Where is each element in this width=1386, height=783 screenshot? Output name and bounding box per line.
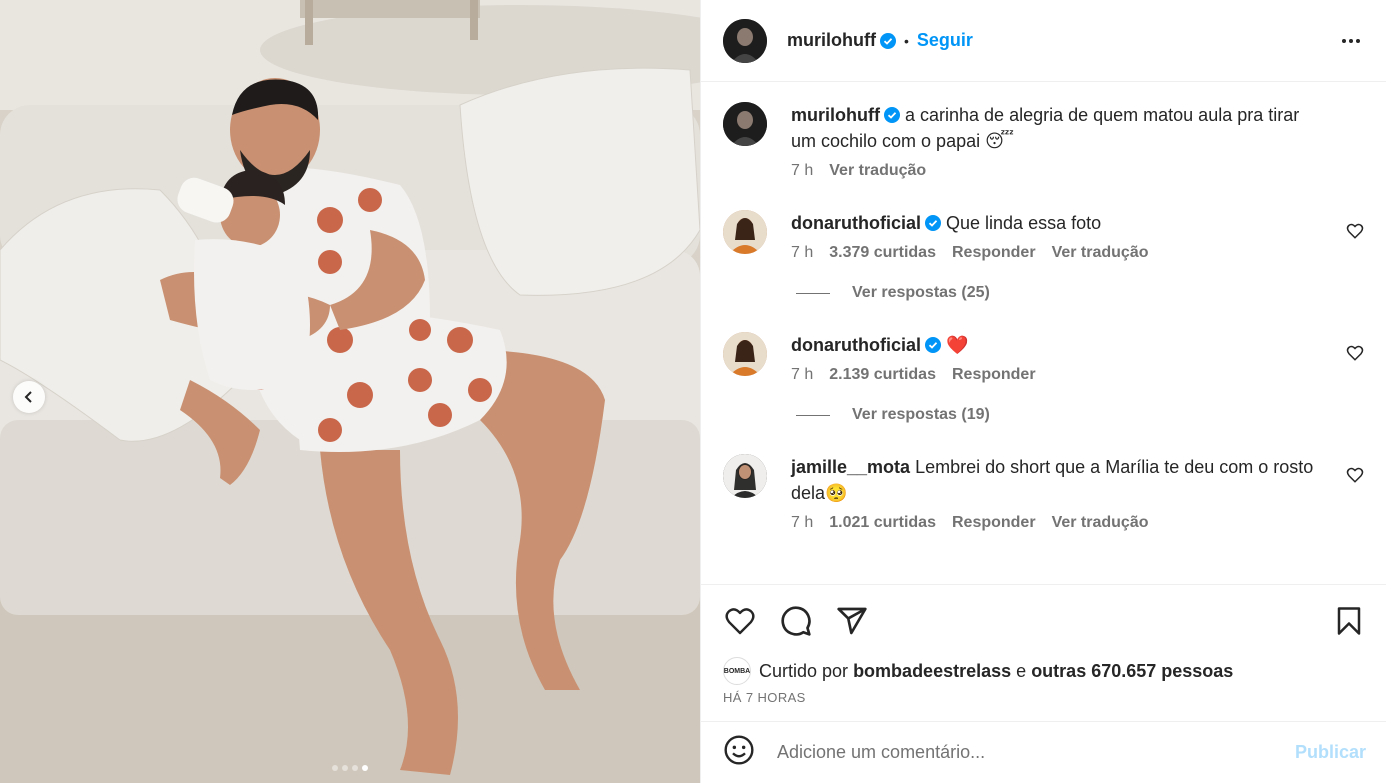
avatar-image — [723, 332, 767, 376]
comment-button[interactable] — [779, 604, 813, 638]
carousel-dot — [332, 765, 338, 771]
comment-time[interactable]: 7 h — [791, 514, 813, 532]
reply-button[interactable]: Responder — [952, 366, 1036, 384]
emoji-icon — [724, 735, 754, 765]
replies-divider — [796, 292, 830, 294]
separator: • — [903, 32, 909, 49]
caption-username[interactable]: murilohuff — [791, 105, 880, 125]
post-photo[interactable] — [0, 0, 700, 783]
verified-icon — [883, 107, 900, 123]
add-comment-bar: Publicar — [701, 721, 1386, 783]
caption: murilohuff a carinha de alegria de quem … — [723, 102, 1364, 180]
follow-button[interactable]: Seguir — [917, 30, 973, 51]
comment-time[interactable]: 7 h — [791, 244, 813, 262]
verified-icon — [879, 32, 896, 49]
carousel-dot-active — [362, 765, 368, 771]
liker-username[interactable]: bombadeestrelass — [853, 661, 1011, 682]
caption-time[interactable]: 7 h — [791, 162, 813, 180]
comment-input[interactable] — [777, 742, 1295, 763]
likes-others-link[interactable]: outras 670.657 pessoas — [1031, 661, 1233, 682]
view-replies-button[interactable]: Ver respostas (19) — [796, 406, 1364, 424]
chevron-left-icon — [24, 391, 32, 403]
photo-image — [0, 0, 700, 783]
likes-summary: BOMBA Curtido por bombadeestrelass e out… — [701, 656, 1386, 686]
comment-likes[interactable]: 2.139 curtidas — [829, 366, 936, 384]
avatar-image — [723, 210, 767, 254]
comment-username[interactable]: donaruthoficial — [791, 213, 921, 233]
comment-like-heart-icon[interactable] — [1346, 344, 1364, 362]
commenter-avatar[interactable] — [723, 332, 767, 376]
post-details-panel: murilohuff • Seguir murilohuff a carinha… — [700, 0, 1386, 783]
likes-prefix: Curtido por — [759, 660, 849, 681]
post-timestamp[interactable]: HÁ 7 HORAS — [701, 686, 1386, 721]
comment-text: ❤️ — [946, 335, 969, 355]
avatar-image — [723, 18, 767, 63]
comments-list[interactable]: murilohuff a carinha de alegria de quem … — [701, 82, 1386, 584]
reply-button[interactable]: Responder — [952, 514, 1036, 532]
comment-item: jamille__mota Lembrei do short que a Mar… — [723, 454, 1364, 532]
like-button[interactable] — [723, 604, 757, 638]
carousel-prev-button[interactable] — [13, 381, 45, 413]
comment-time[interactable]: 7 h — [791, 366, 813, 384]
save-button[interactable] — [1332, 604, 1366, 638]
translate-link[interactable]: Ver tradução — [829, 162, 926, 180]
more-options-button[interactable] — [1336, 33, 1366, 49]
comment-icon — [781, 605, 811, 636]
comment-like-heart-icon[interactable] — [1346, 466, 1364, 484]
more-icon — [1342, 38, 1346, 43]
avatar-image — [723, 102, 767, 146]
comment-username[interactable]: jamille__mota — [791, 457, 910, 477]
comment-item: donaruthoficial Que linda essa foto 7 h … — [723, 210, 1364, 262]
heart-icon — [725, 607, 755, 634]
comment-like-heart-icon[interactable] — [1346, 222, 1364, 240]
comment-likes[interactable]: 3.379 curtidas — [829, 244, 936, 262]
carousel-indicator — [332, 765, 368, 771]
liker-avatar[interactable]: BOMBA — [723, 657, 751, 685]
verified-icon — [925, 215, 941, 231]
commenter-avatar[interactable] — [723, 454, 767, 498]
emoji-button[interactable] — [723, 734, 755, 771]
post-dialog: murilohuff • Seguir murilohuff a carinha… — [0, 0, 1386, 783]
commenter-avatar[interactable] — [723, 210, 767, 254]
author-username[interactable]: murilohuff — [787, 30, 876, 51]
comment-likes[interactable]: 1.021 curtidas — [829, 514, 936, 532]
bookmark-icon — [1337, 606, 1361, 635]
author-avatar[interactable] — [723, 102, 767, 146]
view-replies-label: Ver respostas (19) — [852, 406, 990, 423]
share-button[interactable] — [835, 604, 869, 638]
replies-divider — [796, 414, 830, 416]
translate-link[interactable]: Ver tradução — [1052, 244, 1149, 262]
carousel-dot — [342, 765, 348, 771]
carousel-dot — [352, 765, 358, 771]
post-header: murilohuff • Seguir — [701, 0, 1386, 82]
post-actions-bar — [701, 584, 1386, 656]
likes-conj: e — [1016, 660, 1027, 681]
author-avatar[interactable] — [723, 18, 767, 63]
comment-text: Que linda essa foto — [946, 213, 1102, 233]
view-replies-button[interactable]: Ver respostas (25) — [796, 284, 1364, 302]
comment-username[interactable]: donaruthoficial — [791, 335, 921, 355]
publish-button[interactable]: Publicar — [1295, 742, 1366, 763]
verified-icon — [925, 337, 941, 353]
comment-item: donaruthoficial ❤️ 7 h 2.139 curtidas Re… — [723, 332, 1364, 384]
reply-button[interactable]: Responder — [952, 244, 1036, 262]
share-icon — [837, 607, 867, 634]
avatar-image — [723, 454, 767, 498]
view-replies-label: Ver respostas (25) — [852, 284, 990, 301]
translate-link[interactable]: Ver tradução — [1052, 514, 1149, 532]
